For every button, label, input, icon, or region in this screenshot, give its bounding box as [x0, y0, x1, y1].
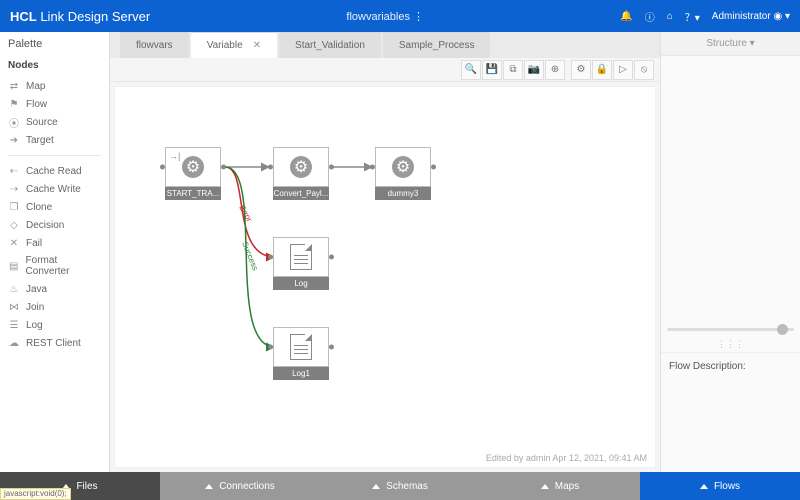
palette-item-target[interactable]: ➜Target — [8, 131, 101, 149]
gear-icon — [182, 156, 204, 178]
decision-icon: ◇ — [8, 219, 20, 231]
chevron-up-icon — [205, 484, 213, 489]
palette-section: Nodes — [8, 60, 101, 71]
join-icon: ⋈ — [8, 301, 20, 313]
target-icon: ➜ — [8, 134, 20, 146]
zoom-slider[interactable] — [661, 322, 800, 337]
gear-icon — [392, 156, 414, 178]
close-icon[interactable]: ✕ — [253, 40, 261, 51]
bottom-tabs: Files Connections Schemas Maps Flows — [0, 472, 800, 500]
palette-item-format-converter[interactable]: ▤Format Converter — [8, 252, 101, 280]
canvas-toolbar: 🔍 💾 ⧉ 📷 ⊕ ⚙ 🔒 ▷ ⦸ — [110, 58, 660, 82]
tab-flowvars[interactable]: flowvars — [120, 32, 189, 58]
cache-read-icon: ⇠ — [8, 165, 20, 177]
brand: HCL Link Design Server — [10, 9, 150, 24]
run-button[interactable]: ▷ — [613, 60, 633, 80]
palette-item-cache-write[interactable]: ⇢Cache Write — [8, 180, 101, 198]
chevron-up-icon — [372, 484, 380, 489]
globe-button[interactable]: ⊕ — [545, 60, 565, 80]
fail-icon: ✕ — [8, 237, 20, 249]
lock-button[interactable]: 🔒 — [592, 60, 612, 80]
flow-description: Flow Description: — [661, 352, 800, 472]
java-icon: ♨ — [8, 283, 20, 295]
chevron-up-icon — [541, 484, 549, 489]
edges-layer: Error Success — [115, 87, 655, 467]
palette-item-source[interactable]: ⦿Source — [8, 113, 101, 131]
palette-item-fail[interactable]: ✕Fail — [8, 234, 101, 252]
node-log[interactable]: Log — [273, 237, 329, 290]
bell-icon[interactable]: 🔔 — [620, 11, 632, 22]
flow-icon: ⚑ — [8, 98, 20, 110]
bottom-tab-flows[interactable]: Flows — [640, 472, 800, 500]
palette-item-map[interactable]: ⇄Map — [8, 77, 101, 95]
center-pane: flowvars Variable✕ Start_Validation Samp… — [110, 32, 660, 472]
tab-variable[interactable]: Variable✕ — [191, 32, 277, 58]
user-menu[interactable]: Administrator ◉ ▾ — [712, 11, 790, 22]
document-icon — [290, 334, 312, 360]
structure-panel-head[interactable]: Structure ▾ — [661, 32, 800, 56]
top-bar: HCL Link Design Server flowvariables ⋮ 🔔… — [0, 0, 800, 32]
chevron-up-icon — [700, 484, 708, 489]
map-icon: ⇄ — [8, 80, 20, 92]
palette-item-log[interactable]: ☰Log — [8, 316, 101, 334]
bottom-tab-connections[interactable]: Connections — [160, 472, 320, 500]
tab-sample-process[interactable]: Sample_Process — [383, 32, 491, 58]
edit-info: Edited by admin Apr 12, 2021, 09:41 AM — [486, 453, 647, 463]
node-start-tra[interactable]: →| START_TRA... — [165, 147, 221, 200]
topbar-actions: 🔔 ⓘ ⌂ ？▾ Administrator ◉ ▾ — [620, 9, 790, 24]
palette-item-cache-read[interactable]: ⇠Cache Read — [8, 162, 101, 180]
save-button[interactable]: 💾 — [482, 60, 502, 80]
cache-write-icon: ⇢ — [8, 183, 20, 195]
copy-button[interactable]: ⧉ — [503, 60, 523, 80]
palette-item-clone[interactable]: ❐Clone — [8, 198, 101, 216]
bottom-tab-schemas[interactable]: Schemas — [320, 472, 480, 500]
format-icon: ▤ — [8, 260, 20, 272]
document-icon — [290, 244, 312, 270]
clone-icon: ❐ — [8, 201, 20, 213]
flow-canvas[interactable]: Error Success →| START_TRA... Convert_Pa… — [114, 86, 656, 468]
editor-tabs: flowvars Variable✕ Start_Validation Samp… — [110, 32, 660, 58]
right-panel: Structure ▾ ⋮⋮⋮ Flow Description: — [660, 32, 800, 472]
palette: Palette Nodes ⇄Map ⚑Flow ⦿Source ➜Target… — [0, 32, 110, 472]
stop-button[interactable]: ⦸ — [634, 60, 654, 80]
edge-label-error: Error — [237, 204, 254, 224]
palette-item-join[interactable]: ⋈Join — [8, 298, 101, 316]
node-dummy3[interactable]: dummy3 — [375, 147, 431, 200]
drag-handle-icon[interactable]: ⋮⋮⋮ — [661, 337, 800, 352]
node-convert-payl[interactable]: Convert_Payl... — [273, 147, 329, 200]
breadcrumb[interactable]: flowvariables ⋮ — [150, 10, 620, 23]
palette-item-flow[interactable]: ⚑Flow — [8, 95, 101, 113]
node-log1[interactable]: Log1 — [273, 327, 329, 380]
source-icon: ⦿ — [8, 116, 20, 128]
status-bar: javascript:void(0); — [0, 488, 71, 500]
palette-item-rest-client[interactable]: ☁REST Client — [8, 334, 101, 352]
edge-label-success: Success — [240, 240, 260, 271]
info-icon[interactable]: ⓘ — [645, 9, 655, 24]
tab-start-validation[interactable]: Start_Validation — [279, 32, 381, 58]
search-button[interactable]: 🔍 — [461, 60, 481, 80]
palette-item-decision[interactable]: ◇Decision — [8, 216, 101, 234]
palette-title: Palette — [8, 38, 101, 50]
gear-icon — [290, 156, 312, 178]
snapshot-button[interactable]: 📷 — [524, 60, 544, 80]
help-icon[interactable]: ？▾ — [685, 9, 700, 24]
rest-icon: ☁ — [8, 337, 20, 349]
log-icon: ☰ — [8, 319, 20, 331]
home-icon[interactable]: ⌂ — [667, 11, 673, 22]
palette-item-java[interactable]: ♨Java — [8, 280, 101, 298]
bottom-tab-maps[interactable]: Maps — [480, 472, 640, 500]
settings-button[interactable]: ⚙ — [571, 60, 591, 80]
